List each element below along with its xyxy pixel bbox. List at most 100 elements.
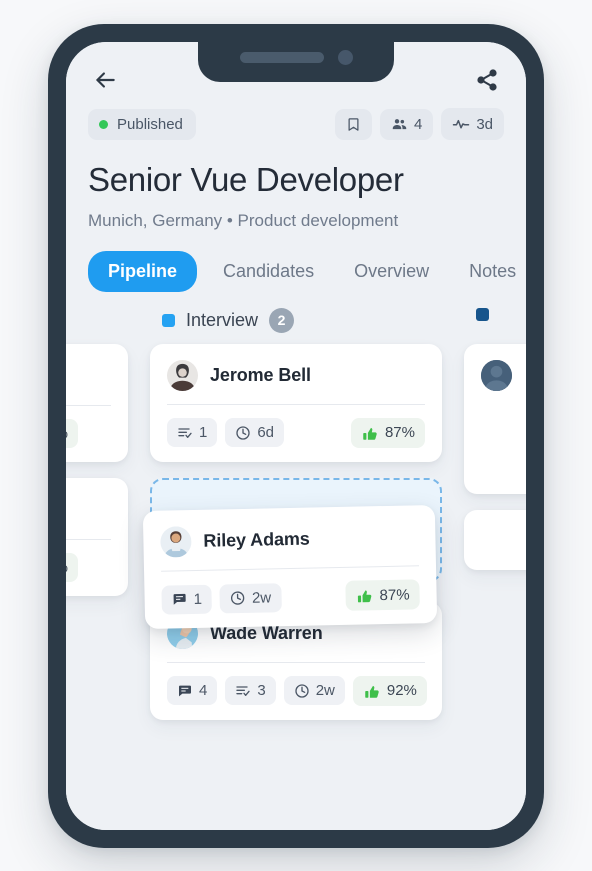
card-meta-row: 4 3 2w 92% xyxy=(167,675,427,706)
time-chip[interactable]: 6d xyxy=(225,418,285,448)
bookmark-icon xyxy=(348,117,359,131)
tasks-icon xyxy=(178,428,192,438)
score-value: 78% xyxy=(66,425,68,442)
time-chip[interactable]: 2w xyxy=(219,582,282,613)
thumbs-up-icon xyxy=(357,590,372,603)
score-value: 75% xyxy=(66,559,68,576)
tasks-count: 3 xyxy=(257,682,266,700)
column-header-row: Interview 2 xyxy=(66,307,526,342)
thumbs-up-icon xyxy=(363,427,377,440)
column-header-interview[interactable]: Interview 2 xyxy=(162,307,295,333)
card-divider xyxy=(167,661,425,663)
candidate-name: Riley Adams xyxy=(203,528,310,551)
column-header-next[interactable] xyxy=(476,307,489,321)
comments-count: 4 xyxy=(199,682,208,700)
column-left-partial: 78% 75% xyxy=(66,343,128,596)
applicants-count: 4 xyxy=(413,115,423,133)
tasks-count: 1 xyxy=(199,424,208,442)
score-value: 87% xyxy=(384,424,415,442)
score-value: 87% xyxy=(379,585,410,604)
card-header: Riley Adams xyxy=(160,521,419,570)
card-stub[interactable]: 78% xyxy=(66,343,128,462)
score-badge: 92% xyxy=(352,675,427,706)
card-meta-row: 1 2w 87% xyxy=(161,579,420,615)
phone-frame: Published 4 3d Senior Vue Developer Muni… xyxy=(48,24,544,848)
column-title: Interview xyxy=(186,309,259,330)
time-value: 6d xyxy=(257,424,275,442)
phone-screen: Published 4 3d Senior Vue Developer Muni… xyxy=(66,42,526,830)
tasks-icon xyxy=(236,686,251,696)
activity-value: 3d xyxy=(476,115,493,133)
share-button[interactable] xyxy=(470,63,504,97)
stub-body xyxy=(66,494,111,539)
tab-bar: Pipeline Candidates Overview Notes xyxy=(66,231,526,292)
avatar-image-icon xyxy=(167,359,198,391)
card-divider xyxy=(66,538,111,540)
activity-chip[interactable]: 3d xyxy=(441,108,504,140)
people-icon xyxy=(392,118,407,129)
status-dot-icon xyxy=(99,119,108,129)
time-value: 2w xyxy=(251,588,272,607)
job-meta-row: Published 4 3d xyxy=(66,106,526,140)
job-subtitle: Munich, Germany • Product development xyxy=(88,210,399,230)
comments-count: 1 xyxy=(193,590,203,608)
bookmark-chip[interactable] xyxy=(334,108,372,140)
tasks-chip[interactable]: 1 xyxy=(167,418,218,448)
card-stub[interactable]: 75% xyxy=(66,477,128,596)
candidate-card[interactable]: Jerome Bell 1 6d 87% xyxy=(150,343,442,462)
applicants-chip[interactable]: 4 xyxy=(379,108,434,140)
score-badge: 78% xyxy=(66,418,79,448)
stub-body xyxy=(481,391,526,480)
card-stub[interactable] xyxy=(464,509,526,570)
header-chip-group: 4 3d xyxy=(334,108,504,140)
page-title: Senior Vue Developer xyxy=(88,161,404,198)
column-color-swatch-icon xyxy=(162,313,175,327)
share-icon xyxy=(477,69,497,91)
avatar xyxy=(160,526,192,558)
card-divider xyxy=(66,404,111,406)
avatar xyxy=(167,359,198,391)
tasks-chip[interactable]: 3 xyxy=(225,676,276,706)
comment-icon xyxy=(179,685,191,697)
pipeline-board[interactable]: Interview 2 Jerome Bell 1 6d 87% Wade Wa… xyxy=(66,307,526,830)
score-value: 92% xyxy=(386,682,417,700)
comments-chip[interactable]: 4 xyxy=(167,676,218,706)
column-color-swatch-icon xyxy=(476,307,489,321)
stub-body xyxy=(66,360,111,405)
comment-icon xyxy=(173,593,186,605)
avatar-image-icon xyxy=(481,359,512,391)
back-button[interactable] xyxy=(88,63,122,97)
time-chip[interactable]: 2w xyxy=(283,676,345,706)
score-badge: 87% xyxy=(350,417,425,448)
tab-notes[interactable]: Notes xyxy=(455,251,526,292)
card-stub[interactable] xyxy=(464,343,526,494)
notch-camera xyxy=(337,49,353,65)
avatar xyxy=(481,359,512,391)
card-meta-row: 1 6d 87% xyxy=(167,417,425,448)
arrow-left-icon xyxy=(96,72,115,88)
time-value: 2w xyxy=(315,682,335,700)
thumbs-up-icon xyxy=(365,685,379,698)
column-right-partial xyxy=(464,343,526,570)
status-label: Published xyxy=(117,115,183,133)
clock-icon xyxy=(236,426,251,440)
candidate-name: Jerome Bell xyxy=(210,364,311,385)
activity-icon xyxy=(453,119,470,129)
comments-chip[interactable]: 1 xyxy=(161,584,213,615)
dragged-candidate-card[interactable]: Riley Adams 1 2w 87% xyxy=(142,504,438,629)
phone-notch xyxy=(198,42,394,82)
stub-body xyxy=(481,526,526,556)
clock-icon xyxy=(295,684,309,698)
column-interview[interactable]: Jerome Bell 1 6d 87% Wade Warren 4 3 2w … xyxy=(142,343,442,720)
status-badge[interactable]: Published xyxy=(88,108,196,140)
tab-candidates[interactable]: Candidates xyxy=(209,251,328,292)
app-root: Published 4 3d Senior Vue Developer Muni… xyxy=(66,42,526,830)
column-count-badge: 2 xyxy=(269,307,295,333)
tab-pipeline[interactable]: Pipeline xyxy=(88,250,198,292)
card-divider xyxy=(167,403,425,405)
card-header: Jerome Bell xyxy=(167,359,425,404)
notch-speaker xyxy=(239,51,324,63)
tab-overview[interactable]: Overview xyxy=(340,251,443,292)
avatar-image-icon xyxy=(160,526,192,558)
score-badge: 75% xyxy=(66,552,79,582)
